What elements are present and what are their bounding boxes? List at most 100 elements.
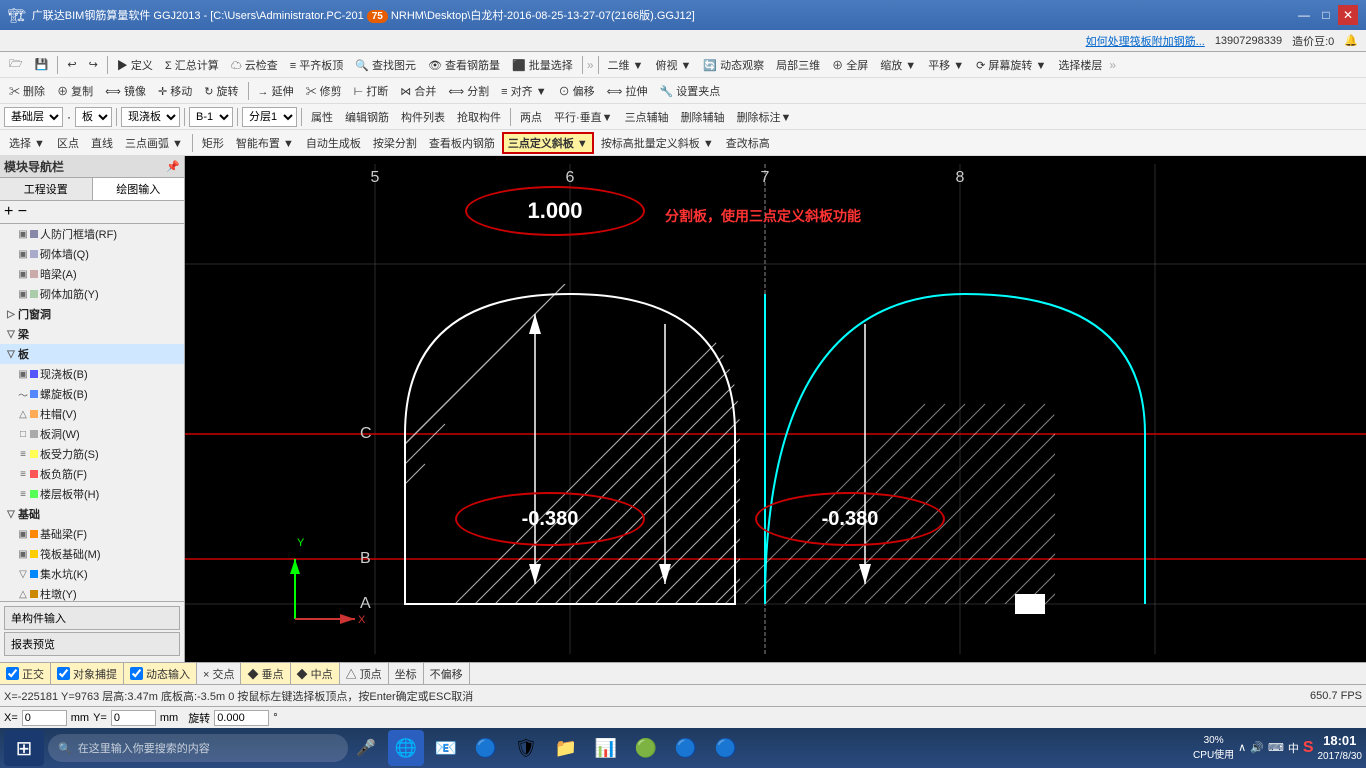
canvas-area[interactable]: 5 6 7 8 C B A [185,156,1366,662]
set-grip-btn[interactable]: 🔧 设置夹点 [654,80,725,102]
tree-item-zhumu[interactable]: △柱帽(V) [0,404,184,424]
ime-s[interactable]: S [1303,739,1314,757]
board-type-select[interactable]: 现浇板 [121,107,180,127]
taskbar-icon-edge[interactable]: 🔵 [468,730,504,766]
top-view-btn[interactable]: 俯视 ▼ [650,54,696,76]
tree-item-pit[interactable]: ▽集水坑(K) [0,564,184,584]
break-btn[interactable]: ⊢ 打断 [349,80,394,102]
tree-group-slab[interactable]: ▽板 [0,344,184,364]
type-select[interactable]: 板 [75,107,112,127]
divide-btn[interactable]: ⟺ 分割 [443,80,494,102]
tree-item-anliang[interactable]: ▣暗梁(A) [0,264,184,284]
view-inner-steel-btn[interactable]: 查看板内钢筋 [424,132,500,154]
dynamic-view-btn[interactable]: 🔄 动态观察 [698,54,769,76]
rotate-screen-btn[interactable]: ⟳ 屏幕旋转 ▼ [971,54,1051,76]
tree-item-bandong[interactable]: □板洞(W) [0,424,184,444]
mirror-btn[interactable]: ⟺ 镜像 [100,80,151,102]
tree-item-qiti[interactable]: ▣砌体墙(Q) [0,244,184,264]
copy-btn[interactable]: ⊕ 复制 [52,80,98,102]
batch-select-btn[interactable]: ⬛ 批量选择 [507,54,578,76]
stretch-btn[interactable]: ⟺ 拉伸 [602,80,653,102]
taskbar-icon-shield[interactable]: 🛡 [508,730,544,766]
maximize-button[interactable]: □ [1316,5,1336,25]
status-dynamic-input[interactable]: 动态输入 [124,663,197,684]
taskbar-icon-blue1[interactable]: 🔵 [668,730,704,766]
tree-item-foundation-beam[interactable]: ▣基础梁(F) [0,524,184,544]
tree-group-foundation[interactable]: ▽基础 [0,504,184,524]
delete-btn[interactable]: ✂ 删除 [4,80,50,102]
minimize-button[interactable]: — [1294,5,1314,25]
tree-item-luoxuan[interactable]: 〜螺旋板(B) [0,384,184,404]
mic-icon[interactable]: 🎤 [356,738,376,758]
nav-controls[interactable]: + − [4,203,27,221]
batch-slope-btn[interactable]: 按标高批量定义斜板 ▼ [596,132,719,154]
tree-group-beam[interactable]: ▽梁 [0,324,184,344]
pan-btn[interactable]: 平移 ▼ [923,54,969,76]
status-endpoint[interactable]: ◆ 垂点 [241,663,290,684]
rect-btn[interactable]: 矩形 [197,132,229,154]
redo-btn[interactable]: ↪ [84,54,103,76]
y-input[interactable] [111,710,156,726]
ortho-checkbox[interactable] [6,667,19,680]
open-btn[interactable]: 🗁 [4,54,28,76]
expand-icon[interactable]: ∧ [1238,741,1246,754]
status-no-offset[interactable]: 不偏移 [424,663,470,684]
tree-item-renfang[interactable]: ▣人防门框墙(RF) [0,224,184,244]
tree-group-doors[interactable]: ▷门窗洞 [0,304,184,324]
line-btn[interactable]: 直线 [86,132,118,154]
tree-item-column-pier[interactable]: △柱墩(Y) [0,584,184,601]
local-3d-btn[interactable]: 局部三维 [771,54,825,76]
status-intersection[interactable]: × 交点 [197,663,241,684]
floor-select[interactable]: 分层1 [242,107,297,127]
status-ortho[interactable]: 正交 [0,663,51,684]
edit-height-btn[interactable]: 查改标高 [721,132,775,154]
del-mark-btn[interactable]: 删除标注▼ [732,106,797,128]
element-list-btn[interactable]: 构件列表 [396,106,450,128]
zone-pt-btn[interactable]: 区点 [52,132,84,154]
tree-item-qitijin[interactable]: ▣砌体加筋(Y) [0,284,184,304]
grab-element-btn[interactable]: 抢取构件 [452,106,506,128]
notification-icon[interactable]: 🔔 [1344,34,1358,47]
help-link[interactable]: 如何处理筏板附加钢筋... [1086,33,1205,49]
arc-btn[interactable]: 三点画弧 ▼ [120,132,188,154]
taskbar-icon-stats[interactable]: 📊 [588,730,624,766]
tree-item-xianjiao[interactable]: ▣现浇板(B) [0,364,184,384]
status-coord[interactable]: 坐标 [389,663,424,684]
select-floor-btn[interactable]: 选择楼层 [1053,54,1107,76]
three-axis-btn[interactable]: 三点辅轴 [620,106,674,128]
auto-gen-btn[interactable]: 自动生成板 [301,132,366,154]
calc-btn[interactable]: Σ 汇总计算 [160,54,224,76]
zoom-btn[interactable]: 缩放 ▼ [875,54,921,76]
extend-btn[interactable]: → 延伸 [253,80,299,102]
sidebar-pin[interactable]: 📌 [166,160,180,173]
smart-layout-btn[interactable]: 智能布置 ▼ [231,132,299,154]
taskbar-icon-internet[interactable]: 🌐 [388,730,424,766]
define-btn[interactable]: ▶ 定义 [112,54,158,76]
nav-draw-input[interactable]: 绘图输入 [93,178,185,200]
ime-zh[interactable]: 中 [1288,740,1299,756]
trim-btn[interactable]: ✂ 修剪 [301,80,347,102]
taskbar-icon-green[interactable]: 🟢 [628,730,664,766]
align-btn[interactable]: ≡ 对齐 ▼ [496,80,551,102]
move-btn[interactable]: ✛ 移动 [153,80,197,102]
status-snap[interactable]: 对象捕提 [51,663,124,684]
merge-btn[interactable]: ⋈ 合并 [395,80,441,102]
report-preview-btn[interactable]: 报表预览 [4,632,180,656]
status-midpoint[interactable]: ◆ 中点 [291,663,340,684]
2d-view-btn[interactable]: 二维 ▼ [603,54,649,76]
taskbar-clock[interactable]: 18:01 2017/8/30 [1318,733,1363,763]
keyboard-icon[interactable]: ⌨ [1268,741,1284,754]
fullscreen-btn[interactable]: ⊕ 全屏 [827,54,873,76]
rotate-btn[interactable]: ↻ 旋转 [199,80,243,102]
edit-steel-btn[interactable]: 编辑钢筋 [340,106,394,128]
align-top-btn[interactable]: ≡ 平齐板顶 [285,54,348,76]
tree-item-floor-band[interactable]: ≡楼层板带(H) [0,484,184,504]
select-btn[interactable]: 选择 ▼ [4,132,50,154]
save-btn[interactable]: 💾 [30,54,54,76]
dynamic-checkbox[interactable] [130,667,143,680]
nav-project-settings[interactable]: 工程设置 [0,178,93,200]
taskbar-icon-blue2[interactable]: 🔵 [708,730,744,766]
x-input[interactable] [22,710,67,726]
tree-item-raft[interactable]: ▣筏板基础(M) [0,544,184,564]
taskbar-icon-email[interactable]: 📧 [428,730,464,766]
